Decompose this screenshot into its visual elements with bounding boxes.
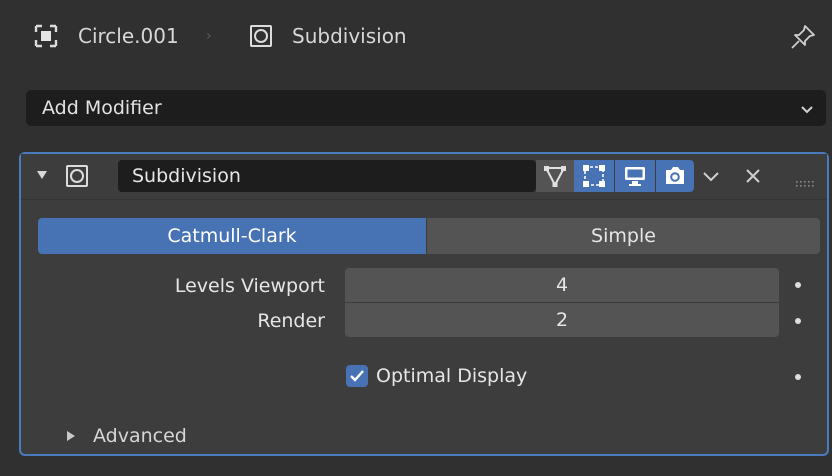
- drag-handle-icon[interactable]: [795, 173, 815, 187]
- modifier-name-field[interactable]: Subdivision: [118, 160, 536, 192]
- render-levels-label: Render: [257, 310, 325, 332]
- modifier-panel-header: Subdivision: [21, 154, 827, 200]
- keyframe-dot-icon[interactable]: [795, 282, 801, 288]
- pin-icon[interactable]: [788, 22, 818, 52]
- advanced-subpanel-label[interactable]: Advanced: [93, 424, 187, 448]
- close-icon[interactable]: [743, 166, 763, 186]
- properties-header: Circle.001 › Subdivision: [0, 0, 832, 72]
- checkmark-icon: [350, 370, 364, 382]
- catmull-clark-button[interactable]: Catmull-Clark: [38, 218, 426, 254]
- modifier-subdivision-icon: [65, 164, 89, 188]
- keyframe-dot-icon[interactable]: [795, 374, 801, 380]
- simple-button[interactable]: Simple: [427, 218, 820, 254]
- on-cage-toggle[interactable]: [574, 160, 614, 192]
- add-modifier-label: Add Modifier: [42, 97, 162, 119]
- edit-mode-toggle[interactable]: [536, 160, 574, 192]
- modifier-subdivision-icon: [249, 24, 273, 48]
- breadcrumb-separator: ›: [206, 28, 212, 44]
- render-levels-field[interactable]: 2: [345, 303, 779, 337]
- subdivision-modifier-panel: Subdivision Catmull-Clark Simple Levels …: [19, 152, 829, 456]
- optimal-display-label[interactable]: Optimal Display: [376, 364, 527, 388]
- object-name[interactable]: Circle.001: [78, 24, 179, 48]
- keyframe-dot-icon[interactable]: [795, 318, 801, 324]
- chevron-down-icon: [800, 102, 814, 116]
- levels-viewport-label: Levels Viewport: [174, 275, 325, 297]
- add-modifier-dropdown[interactable]: Add Modifier: [26, 90, 826, 126]
- expand-triangle-icon[interactable]: [67, 431, 75, 441]
- modifier-breadcrumb-name: Subdivision: [292, 24, 407, 48]
- object-data-icon[interactable]: [34, 24, 58, 48]
- viewport-toggle[interactable]: [615, 160, 655, 192]
- chevron-down-icon[interactable]: [701, 168, 721, 186]
- render-toggle[interactable]: [656, 160, 694, 192]
- levels-viewport-field[interactable]: 4: [345, 268, 779, 302]
- optimal-display-checkbox[interactable]: [346, 365, 368, 387]
- collapse-triangle-icon[interactable]: [37, 171, 47, 179]
